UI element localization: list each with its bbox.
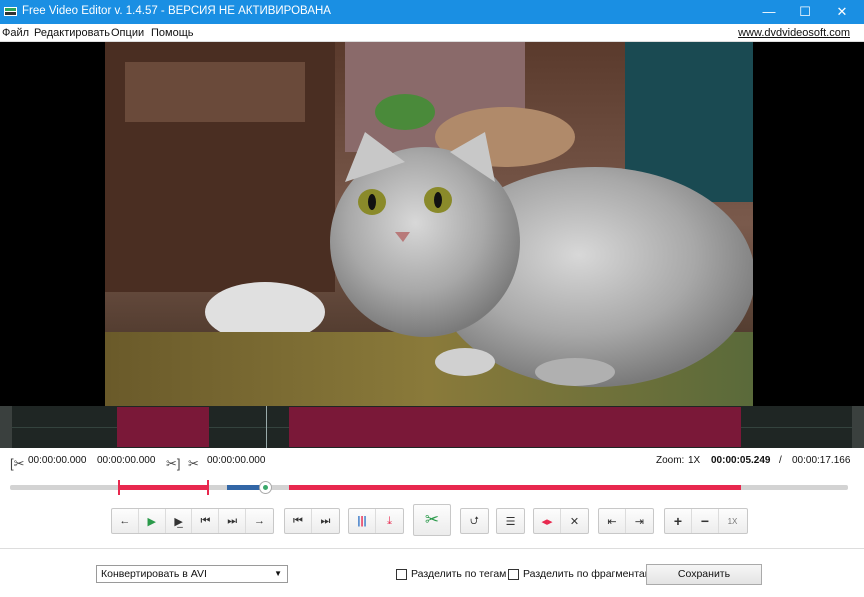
next-frame-button[interactable]: ⏭ bbox=[219, 509, 247, 533]
checkbox-box bbox=[508, 568, 519, 580]
seek-thumb[interactable] bbox=[259, 481, 272, 494]
minimize-button[interactable]: — bbox=[750, 0, 788, 24]
menu-file[interactable]: Файл bbox=[2, 27, 29, 39]
app-icon bbox=[4, 7, 17, 16]
selected-segment[interactable] bbox=[117, 407, 209, 447]
download-icon: ⤓ bbox=[387, 514, 392, 527]
track-selection bbox=[289, 485, 741, 490]
cut-time: 00:00:00.000 bbox=[207, 455, 266, 466]
prev-frame-icon: ⏮ bbox=[200, 514, 211, 527]
cut-marker-icon[interactable]: ✂ bbox=[188, 456, 199, 472]
format-select[interactable]: Конвертировать в AVI ▼ bbox=[96, 565, 288, 583]
video-preview[interactable] bbox=[0, 42, 864, 406]
select-segment-button[interactable]: ◂▸ bbox=[534, 509, 561, 533]
segment-icon: ◂▸ bbox=[541, 515, 553, 528]
rotate-controls: ⮍ bbox=[460, 508, 489, 534]
zoom-reset-label: 1X bbox=[727, 516, 738, 526]
adjust-controls: ☰ bbox=[496, 508, 525, 534]
skip-end-icon: ⏭ bbox=[320, 514, 331, 527]
zoom-out-button[interactable]: − bbox=[692, 509, 719, 533]
insert-button[interactable]: ⤓ bbox=[376, 509, 403, 533]
delete-segment-button[interactable]: ✕ bbox=[561, 509, 588, 533]
arrow-left-icon: ← bbox=[119, 515, 131, 527]
timeline-strip[interactable] bbox=[0, 406, 864, 448]
track-selection bbox=[119, 485, 207, 490]
split-by-fragments-label: Разделить по фрагментам bbox=[523, 568, 652, 580]
marker-controls: ||| ⤓ bbox=[348, 508, 404, 534]
checkbox-box bbox=[396, 568, 407, 580]
adjust-button[interactable]: ☰ bbox=[497, 509, 524, 533]
play-selection-button[interactable]: ▶̲ bbox=[166, 509, 193, 533]
window-title: Free Video Editor v. 1.4.57 - ВЕРСИЯ НЕ … bbox=[22, 5, 331, 17]
zoom-value: 1X bbox=[688, 455, 701, 466]
menu-help[interactable]: Помощь bbox=[151, 27, 194, 39]
zoom-label: Zoom: bbox=[656, 455, 685, 466]
website-link[interactable]: www.dvdvideosoft.com bbox=[738, 27, 850, 39]
total-time: 00:00:17.166 bbox=[792, 455, 851, 466]
arrow-right-icon: → bbox=[254, 515, 266, 527]
jump-controls: ⏮ ⏭ bbox=[284, 508, 340, 534]
menu-edit[interactable]: Редактировать bbox=[34, 27, 110, 39]
step-back-button[interactable]: ← bbox=[112, 509, 139, 533]
save-button[interactable]: Сохранить bbox=[646, 564, 762, 585]
playhead-line bbox=[266, 406, 267, 448]
scissors-icon: ✂ bbox=[424, 510, 440, 529]
split-by-tags-label: Разделить по тегам bbox=[411, 568, 507, 580]
play-selection-icon: ▶̲ bbox=[174, 515, 183, 528]
video-frame bbox=[105, 42, 753, 406]
strip-right-handle[interactable] bbox=[852, 406, 864, 448]
prev-marker-icon: ⇤ bbox=[607, 515, 617, 528]
chevron-down-icon: ▼ bbox=[274, 569, 282, 578]
menu-options[interactable]: Опции bbox=[111, 27, 144, 39]
prev-marker-button[interactable]: ⇤ bbox=[599, 509, 626, 533]
prev-frame-button[interactable]: ⏮ bbox=[192, 509, 220, 533]
selected-segment[interactable] bbox=[289, 407, 741, 447]
segment-controls: ◂▸ ✕ bbox=[533, 508, 589, 534]
minus-icon: − bbox=[700, 513, 710, 529]
zoom-in-button[interactable]: + bbox=[665, 509, 692, 533]
next-marker-button[interactable]: ⇥ bbox=[626, 509, 653, 533]
mark-start-icon[interactable]: [✂ bbox=[10, 456, 25, 472]
close-button[interactable]: ✕ bbox=[823, 0, 861, 24]
zoom-reset-button[interactable]: 1X bbox=[719, 509, 746, 533]
next-marker-icon: ⇥ bbox=[634, 515, 645, 528]
menu-bar: Файл Редактировать Опции Помощь www.dvdv… bbox=[0, 24, 864, 42]
strip-left-handle[interactable] bbox=[0, 406, 12, 448]
add-marker-button[interactable]: ||| bbox=[349, 509, 376, 533]
format-select-value: Конвертировать в AVI bbox=[101, 568, 207, 580]
current-time: 00:00:05.249 bbox=[711, 455, 771, 466]
selection-end-time: 00:00:00.000 bbox=[97, 455, 156, 466]
time-separator: / bbox=[779, 455, 782, 466]
markers-icon: ||| bbox=[357, 515, 367, 527]
rotate-button[interactable]: ⮍ bbox=[461, 509, 488, 533]
play-icon: ▶ bbox=[147, 515, 156, 528]
go-to-end-button[interactable]: ⏭ bbox=[312, 509, 339, 533]
play-button[interactable]: ▶ bbox=[139, 509, 166, 533]
go-to-start-button[interactable]: ⏮ bbox=[285, 509, 312, 533]
navigation-controls: ⇤ ⇥ bbox=[598, 508, 654, 534]
next-frame-icon: ⏭ bbox=[227, 514, 238, 527]
zoom-controls: + − 1X bbox=[664, 508, 748, 534]
skip-start-icon: ⏮ bbox=[293, 514, 303, 527]
selection-start-marker[interactable] bbox=[118, 480, 120, 495]
cut-button[interactable]: ✂ bbox=[413, 504, 451, 536]
rotate-icon: ⮍ bbox=[470, 514, 479, 527]
mark-end-icon[interactable]: ✂] bbox=[166, 456, 181, 472]
seek-track[interactable] bbox=[10, 485, 848, 490]
selection-start-time: 00:00:00.000 bbox=[28, 455, 87, 466]
selection-end-marker[interactable] bbox=[207, 480, 209, 495]
split-by-tags-checkbox[interactable]: Разделить по тегам bbox=[396, 568, 506, 580]
plus-icon: + bbox=[673, 513, 683, 529]
maximize-button[interactable]: ☐ bbox=[786, 0, 824, 24]
delete-segment-icon: ✕ bbox=[569, 515, 580, 528]
sliders-icon: ☰ bbox=[505, 515, 516, 528]
split-by-fragments-checkbox[interactable]: Разделить по фрагментам bbox=[508, 568, 652, 580]
step-forward-button[interactable]: → bbox=[246, 509, 273, 533]
title-bar: Free Video Editor v. 1.4.57 - ВЕРСИЯ НЕ … bbox=[0, 0, 864, 24]
playback-controls: ← ▶ ▶̲ ⏮ ⏭ → bbox=[111, 508, 274, 534]
